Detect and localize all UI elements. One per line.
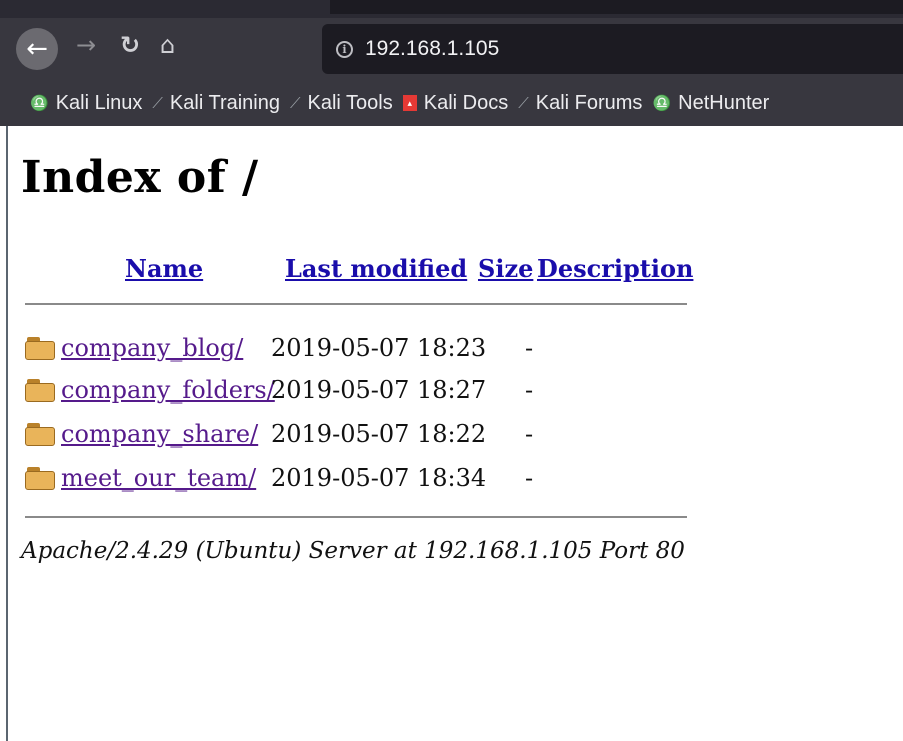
modified-date: 2019-05-07 18:27: [271, 376, 487, 404]
bookmark-kali-forums[interactable]: ⟋ Kali Forums: [518, 92, 642, 115]
column-header-description[interactable]: Description: [537, 254, 693, 283]
bookmarks-bar: ♎ Kali Linux ⟋ Kali Training ⟋ Kali Tool…: [0, 80, 903, 126]
bookmark-nethunter[interactable]: ♎ NetHunter: [652, 92, 769, 115]
kali-dragon-icon: ⟋: [518, 94, 529, 112]
file-size: -: [525, 464, 534, 492]
nethunter-icon: ♎: [652, 94, 672, 112]
tab-strip: [0, 0, 903, 18]
reload-button[interactable]: ↻: [120, 33, 140, 57]
address-bar[interactable]: i 192.168.1.105: [322, 24, 903, 74]
folder-icon: [25, 378, 55, 402]
bookmark-kali-docs[interactable]: ▴ Kali Docs: [402, 91, 509, 115]
bookmark-label: NetHunter: [678, 91, 770, 114]
directory-link[interactable]: meet_our_team/: [61, 464, 256, 492]
bookmark-kali-tools[interactable]: ⟋ Kali Tools: [290, 92, 393, 115]
arrow-left-icon: ←: [26, 34, 48, 64]
bookmark-label: Kali Forums: [535, 91, 643, 114]
info-icon[interactable]: i: [336, 40, 353, 58]
back-button[interactable]: ←: [16, 28, 58, 70]
bookmark-label: Kali Tools: [307, 91, 393, 114]
server-signature: Apache/2.4.29 (Ubuntu) Server at 192.168…: [21, 538, 685, 564]
column-header-name[interactable]: Name: [125, 254, 203, 283]
modified-date: 2019-05-07 18:23: [271, 334, 487, 362]
directory-link[interactable]: company_share/: [61, 420, 258, 448]
bookmark-kali-training[interactable]: ⟋ Kali Training: [152, 92, 280, 115]
kali-dragon-icon: ⟋: [152, 94, 163, 112]
bookmark-label: Kali Linux: [55, 91, 143, 114]
folder-icon: [25, 466, 55, 490]
browser-toolbar: ← → ↻ ⌂ i 192.168.1.105: [0, 18, 903, 80]
table-row: company_blog/ 2019-05-07 18:23 -: [25, 328, 533, 368]
folder-icon: [25, 336, 55, 360]
file-size: -: [525, 420, 534, 448]
window-edge: [6, 126, 8, 741]
table-row: meet_our_team/ 2019-05-07 18:34 -: [25, 458, 533, 498]
modified-date: 2019-05-07 18:22: [271, 420, 487, 448]
bookmark-kali-linux[interactable]: ♎ Kali Linux: [30, 92, 142, 115]
page-title: Index of /: [21, 152, 259, 203]
directory-link[interactable]: company_blog/: [61, 334, 243, 362]
column-header-size[interactable]: Size: [478, 254, 533, 283]
column-header-last-modified[interactable]: Last modified: [285, 254, 467, 283]
bookmark-label: Kali Docs: [423, 91, 509, 114]
url-text: 192.168.1.105: [365, 37, 500, 60]
tab-bar: [330, 0, 903, 14]
kali-dragon-icon: ♎: [30, 94, 49, 112]
bookmark-label: Kali Training: [169, 91, 280, 114]
kali-docs-icon: ▴: [402, 95, 417, 111]
file-size: -: [525, 376, 534, 404]
folder-icon: [25, 422, 55, 446]
table-row: company_folders/ 2019-05-07 18:27 -: [25, 370, 533, 410]
footer-divider: [25, 516, 687, 518]
header-divider: [25, 303, 687, 305]
forward-button[interactable]: →: [76, 33, 96, 57]
home-button[interactable]: ⌂: [160, 33, 175, 57]
kali-dragon-icon: ⟋: [289, 94, 301, 112]
directory-link[interactable]: company_folders/: [61, 376, 275, 404]
file-size: -: [525, 334, 534, 362]
table-row: company_share/ 2019-05-07 18:22 -: [25, 414, 533, 454]
modified-date: 2019-05-07 18:34: [271, 464, 487, 492]
